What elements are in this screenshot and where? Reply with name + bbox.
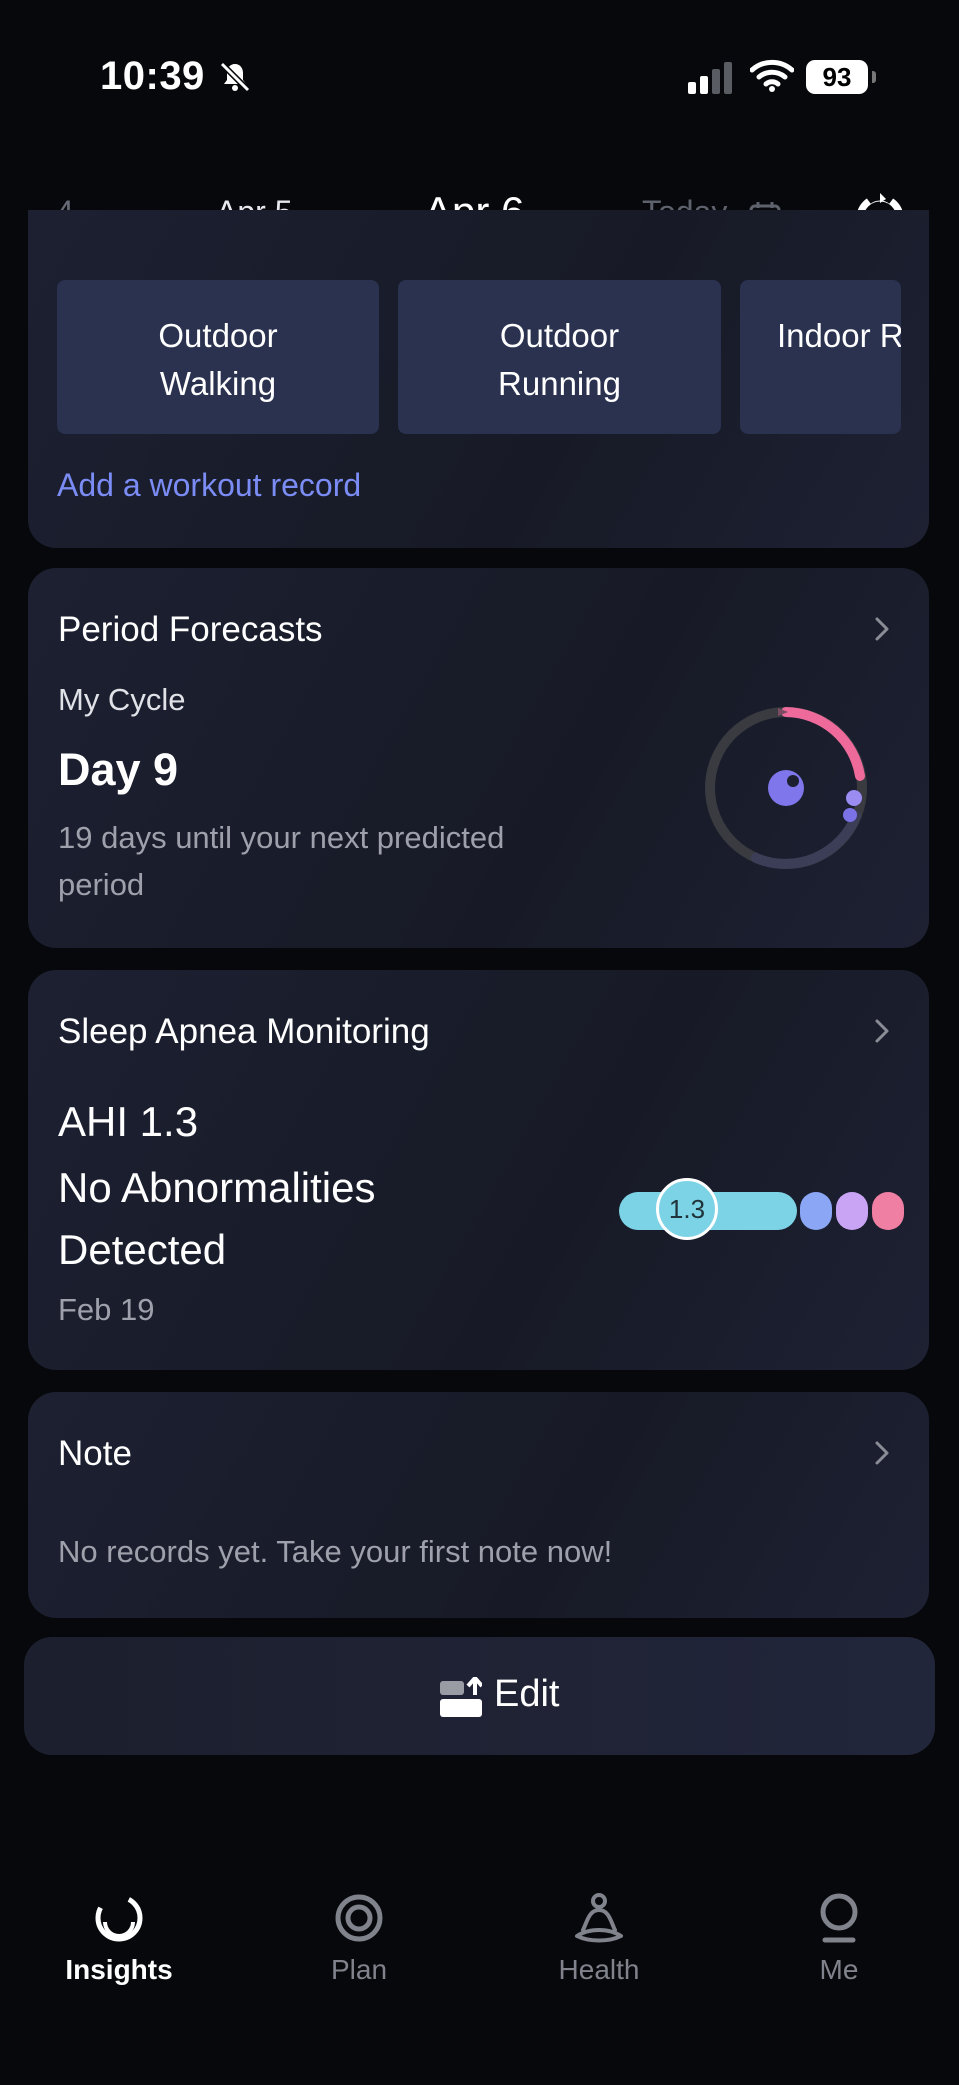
ahi-severe-segment xyxy=(872,1192,904,1230)
tile-line: Outdoor xyxy=(499,317,620,354)
ovulation-dot xyxy=(846,790,862,806)
cycle-day: Day 9 xyxy=(58,744,179,795)
battery-indicator: 93 xyxy=(806,60,876,94)
note-empty-text: No records yet. Take your first note now… xyxy=(58,1534,613,1569)
tab-bar: Insights Plan Health Me xyxy=(0,1870,959,2085)
period-card-title: Period Forecasts xyxy=(58,610,323,649)
period-desc-line2: period xyxy=(58,867,145,902)
workout-tile-indoor[interactable]: Indoor R xyxy=(740,280,901,434)
ahi-mild-segment xyxy=(800,1192,832,1230)
fertile-segment xyxy=(751,811,861,869)
edit-layout-icon xyxy=(440,1677,482,1717)
note-card[interactable]: Note No records yet. Take your first not… xyxy=(28,1392,929,1618)
tab-label: Health xyxy=(558,1954,640,1985)
ovulation-dot xyxy=(843,808,857,822)
tile-line: Outdoor xyxy=(158,317,278,354)
insights-icon xyxy=(95,1893,143,1942)
tab-health[interactable]: Health xyxy=(509,1890,689,1986)
health-icon xyxy=(575,1893,623,1943)
tab-insights[interactable]: Insights xyxy=(29,1890,209,1986)
period-forecasts-card[interactable]: Period Forecasts My Cycle Day 9 19 days … xyxy=(28,568,929,948)
my-cycle-label: My Cycle xyxy=(58,682,186,717)
me-icon xyxy=(820,1893,858,1943)
apnea-status-line2: Detected xyxy=(58,1226,227,1273)
apnea-status-line1: No Abnormalities xyxy=(58,1164,376,1211)
tab-label: Insights xyxy=(65,1954,173,1985)
period-desc-line1: 19 days until your next predicted xyxy=(58,820,505,855)
cycle-ring-chart xyxy=(705,707,867,869)
edit-button[interactable]: Edit xyxy=(24,1637,935,1755)
status-bar: 10:39 93 xyxy=(0,0,959,140)
tab-me[interactable]: Me xyxy=(749,1890,929,1986)
edit-button-label: Edit xyxy=(494,1673,560,1715)
bell-muted-icon xyxy=(219,61,251,93)
chevron-right-icon xyxy=(875,1441,889,1465)
tab-plan[interactable]: Plan xyxy=(269,1890,449,1986)
add-workout-link[interactable]: Add a workout record xyxy=(57,467,361,504)
moon-icon xyxy=(768,770,804,806)
wifi-icon xyxy=(750,59,794,92)
cellular-signal-icon xyxy=(688,62,732,94)
workout-tile-outdoor-running[interactable]: Outdoor Running xyxy=(398,280,721,434)
tab-label: Me xyxy=(819,1954,859,1985)
sleep-apnea-card[interactable]: Sleep Apnea Monitoring AHI 1.3 No Abnorm… xyxy=(28,970,929,1370)
chevron-right-icon xyxy=(875,617,889,641)
workout-tile-outdoor-walking[interactable]: Outdoor Walking xyxy=(57,280,379,434)
ahi-value: AHI 1.3 xyxy=(58,1098,199,1145)
ahi-moderate-segment xyxy=(836,1192,868,1230)
plan-icon xyxy=(335,1894,383,1942)
tile-line: Running xyxy=(498,365,621,402)
note-card-title: Note xyxy=(58,1434,132,1473)
tab-label: Plan xyxy=(330,1954,388,1985)
ahi-marker: 1.3 xyxy=(656,1178,718,1240)
tile-line: Indoor R xyxy=(777,317,901,354)
tile-line: Walking xyxy=(159,365,277,402)
chevron-right-icon xyxy=(875,1019,889,1043)
apnea-date: Feb 19 xyxy=(58,1292,155,1327)
apnea-card-title: Sleep Apnea Monitoring xyxy=(58,1012,430,1051)
status-time: 10:39 xyxy=(100,54,205,98)
period-segment xyxy=(781,707,865,781)
